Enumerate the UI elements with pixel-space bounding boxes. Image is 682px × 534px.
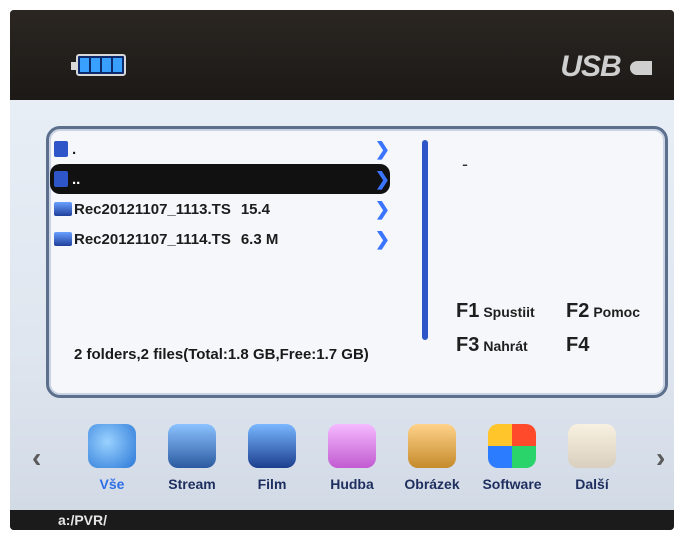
- chevron-right-icon: ❯: [374, 139, 390, 159]
- category-obrazek[interactable]: Obrázek: [396, 424, 468, 492]
- f2-key[interactable]: F2 Pomoc: [566, 300, 672, 323]
- storage-summary: 2 folders,2 files(Total:1.8 GB,Free:1.7 …: [74, 346, 369, 363]
- usb-status: USB: [560, 50, 652, 84]
- file-list: . ❯ .. ❯ Rec20121107_1113.TS 15.4 ❯ Rec2…: [50, 134, 390, 254]
- film-icon: [248, 424, 296, 468]
- music-icon: [328, 424, 376, 468]
- battery-full-icon: [71, 54, 126, 76]
- globe-icon: [88, 424, 136, 468]
- chevron-right-icon: ❯: [374, 229, 390, 249]
- list-item-folder-parent[interactable]: .. ❯: [50, 164, 390, 194]
- list-item-folder-current[interactable]: . ❯: [50, 134, 390, 164]
- chevron-right-icon: ❯: [374, 169, 390, 189]
- item-name: Rec20121107_1113.TS: [74, 200, 231, 218]
- f1-key[interactable]: F1 Spustiit: [456, 300, 562, 323]
- bottom-path-bar: a:/PVR/: [10, 510, 674, 530]
- chevron-left-icon[interactable]: ‹: [32, 442, 41, 474]
- folder-icon: [54, 141, 68, 157]
- function-keys: F1 Spustiit F2 Pomoc F3 Nahrát F4: [456, 300, 656, 368]
- category-film[interactable]: Film: [236, 424, 308, 492]
- item-name: ..: [72, 170, 81, 188]
- stream-icon: [168, 424, 216, 468]
- list-item-file[interactable]: Rec20121107_1113.TS 15.4 ❯: [50, 194, 390, 224]
- item-size: 6.3 M: [240, 230, 279, 248]
- top-status-bar: USB: [10, 10, 674, 100]
- document-icon: [568, 424, 616, 468]
- category-software[interactable]: Software: [476, 424, 548, 492]
- item-name: .: [72, 140, 77, 158]
- category-hudba[interactable]: Hudba: [316, 424, 388, 492]
- category-vse[interactable]: Vše: [76, 424, 148, 492]
- usb-label: USB: [560, 50, 621, 83]
- chevron-right-icon: ❯: [374, 199, 390, 219]
- usb-plug-icon: [630, 61, 652, 76]
- image-icon: [408, 424, 456, 468]
- item-name: Rec20121107_1114.TS: [74, 230, 231, 248]
- f4-key[interactable]: F4: [566, 334, 672, 357]
- video-file-icon: [54, 202, 72, 216]
- chevron-right-nav-icon[interactable]: ›: [656, 442, 665, 474]
- current-path: a:/PVR/: [58, 512, 108, 528]
- list-scrollbar[interactable]: [422, 140, 428, 340]
- item-size: 15.4: [240, 200, 271, 218]
- list-item-file[interactable]: Rec20121107_1114.TS 6.3 M ❯: [50, 224, 390, 254]
- video-file-icon: [54, 232, 72, 246]
- f3-key[interactable]: F3 Nahrát: [456, 334, 562, 357]
- category-stream[interactable]: Stream: [156, 424, 228, 492]
- info-placeholder: -: [462, 154, 468, 174]
- device-screen: USB . ❯ .. ❯ Rec20121107_1113.TS 15.4 ❯: [10, 10, 674, 530]
- folder-icon: [54, 171, 68, 187]
- software-icon: [488, 424, 536, 468]
- main-area: . ❯ .. ❯ Rec20121107_1113.TS 15.4 ❯ Rec2…: [10, 100, 674, 510]
- category-dalsi[interactable]: Další: [556, 424, 628, 492]
- category-bar: ‹ Vše Stream Film Hudba Obrázek Software…: [10, 424, 674, 510]
